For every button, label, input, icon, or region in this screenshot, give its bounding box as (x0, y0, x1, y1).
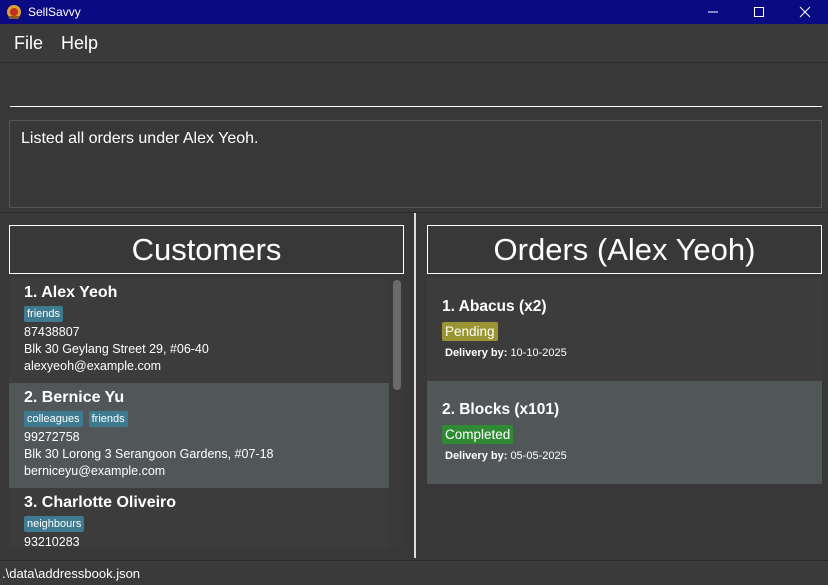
customer-phone: 99272758 (24, 430, 80, 444)
order-list: 1. Abacus (x2) Pending Delivery by: 10-1… (427, 278, 822, 484)
delivery-label: Delivery by: (445, 450, 508, 462)
delivery-date: 10-10-2025 (510, 347, 567, 359)
status-bar: .\data\addressbook.json (0, 560, 828, 585)
app-icon (7, 5, 21, 19)
command-box (0, 63, 828, 115)
order-card[interactable]: 2. Blocks (x101) Completed Delivery by: … (427, 381, 822, 484)
maximize-icon (754, 7, 764, 17)
customer-name: 3. Charlotte Oliveiro (24, 494, 177, 511)
order-delivery: Delivery by: 05-05-2025 (445, 450, 807, 462)
customer-list: 1. Alex Yeoh friends 87438807 Blk 30 Gey… (9, 278, 389, 548)
tag: colleagues (24, 411, 83, 427)
maximize-button[interactable] (736, 0, 782, 24)
tag-list: friends (24, 306, 374, 322)
orders-panel-title: Orders (Alex Yeoh) (427, 225, 822, 274)
result-display: Listed all orders under Alex Yeoh. (9, 120, 822, 208)
order-card[interactable]: 1. Abacus (x2) Pending Delivery by: 10-1… (427, 278, 822, 381)
delivery-date: 05-05-2025 (510, 450, 567, 462)
save-location: .\data\addressbook.json (2, 566, 141, 581)
customer-email: alexyeoh@example.com (24, 359, 162, 373)
command-input[interactable] (10, 75, 822, 107)
tag-list: colleagues friends (24, 411, 374, 427)
close-button[interactable] (782, 0, 828, 24)
customer-address: Blk 30 Lorong 3 Serangoon Gardens, #07-1… (24, 447, 274, 461)
minimize-button[interactable] (690, 0, 736, 24)
tag: neighbours (24, 516, 85, 532)
customer-name: 2. Bernice Yu (24, 389, 125, 406)
split-pane-divider[interactable] (414, 213, 416, 558)
customer-address: Blk 30 Geylang Street 29, #06-40 (24, 342, 209, 356)
result-message: Listed all orders under Alex Yeoh. (21, 130, 259, 147)
order-status-badge: Pending (442, 322, 498, 341)
menu-file[interactable]: File (14, 33, 43, 54)
customer-name: 1. Alex Yeoh (24, 284, 118, 301)
scroll-thumb[interactable] (393, 280, 401, 390)
tag: friends (88, 411, 128, 427)
tag-list: neighbours (24, 516, 374, 532)
customer-card[interactable]: 3. Charlotte Oliveiro neighbours 9321028… (9, 488, 389, 548)
title-bar: SellSavvy (0, 0, 828, 24)
customer-phone: 93210283 (24, 535, 80, 548)
menu-help[interactable]: Help (61, 33, 98, 54)
order-name: 1. Abacus (x2) (442, 298, 547, 315)
customer-list-scrollbar[interactable] (391, 278, 403, 548)
menu-bar: File Help (0, 24, 828, 63)
customer-card[interactable]: 2. Bernice Yu colleagues friends 9927275… (9, 383, 389, 488)
customer-phone: 87438807 (24, 325, 80, 339)
delivery-label: Delivery by: (445, 347, 508, 359)
minimize-icon (708, 11, 718, 13)
order-status-badge: Completed (442, 425, 514, 444)
order-delivery: Delivery by: 10-10-2025 (445, 347, 807, 359)
customer-card[interactable]: 1. Alex Yeoh friends 87438807 Blk 30 Gey… (9, 278, 389, 383)
close-icon (799, 6, 811, 18)
order-name: 2. Blocks (x101) (442, 401, 560, 418)
window-title: SellSavvy (28, 5, 81, 19)
customers-panel-title: Customers (9, 225, 404, 274)
customer-email: berniceyu@example.com (24, 464, 166, 478)
tag: friends (24, 306, 64, 322)
